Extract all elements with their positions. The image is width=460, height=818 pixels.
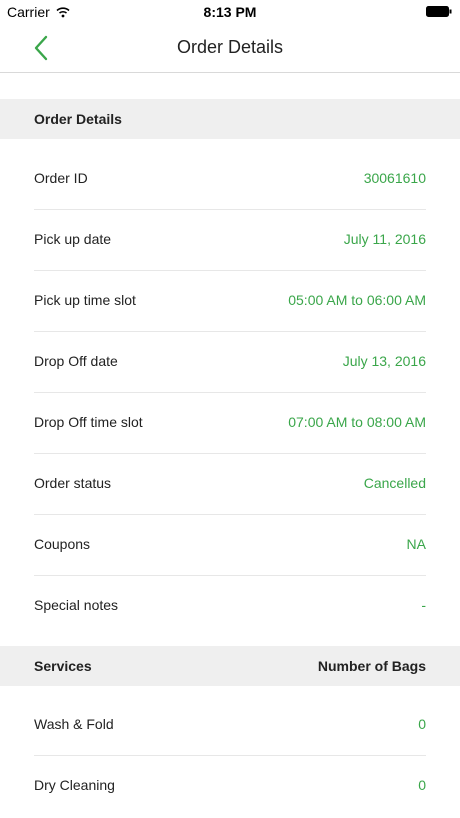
row-value: July 11, 2016 <box>343 231 426 247</box>
status-bar: Carrier 8:13 PM <box>0 0 460 24</box>
row-value: NA <box>406 536 426 552</box>
row-label: Dry Cleaning <box>34 777 115 793</box>
row-label: Wash & Fold <box>34 716 114 732</box>
order-status-value: Cancelled <box>363 475 426 491</box>
status-time: 8:13 PM <box>203 4 257 20</box>
battery-icon <box>426 6 452 17</box>
services-section-header: Services Number of Bags <box>0 646 460 686</box>
order-details-section-header: Order Details <box>0 99 460 139</box>
coupons-row: Coupons NA <box>0 515 460 576</box>
order-details-header-label: Order Details <box>34 111 122 127</box>
special-notes-row: Special notes - <box>0 576 460 637</box>
row-value: 07:00 AM to 08:00 AM <box>288 414 426 430</box>
order-id-row: Order ID 30061610 <box>0 149 460 210</box>
row-label: Special notes <box>34 597 119 613</box>
dropoff-time-slot-row: Drop Off time slot 07:00 AM to 08:00 AM <box>0 393 460 454</box>
row-label: Pick up date <box>34 231 112 247</box>
row-value: 0 <box>418 777 426 793</box>
dry-cleaning-row: Dry Cleaning 0 <box>0 756 460 817</box>
row-value: 0 <box>418 716 426 732</box>
row-label: Coupons <box>34 536 91 552</box>
order-status-row: Order status Cancelled <box>0 454 460 515</box>
pickup-time-slot-row: Pick up time slot 05:00 AM to 06:00 AM <box>0 271 460 332</box>
page-title: Order Details <box>176 37 284 57</box>
row-value: July 13, 2016 <box>342 353 426 369</box>
pickup-date-row: Pick up date July 11, 2016 <box>0 210 460 271</box>
row-label: Drop Off time slot <box>34 414 143 430</box>
row-value: 05:00 AM to 06:00 AM <box>288 292 426 308</box>
row-label: Order status <box>34 475 112 491</box>
navigation-bar: Order Details <box>0 24 460 73</box>
row-label: Pick up time slot <box>34 292 136 308</box>
wash-fold-row: Wash & Fold 0 <box>0 695 460 756</box>
dropoff-date-row: Drop Off date July 13, 2016 <box>0 332 460 393</box>
row-value: 30061610 <box>363 170 426 186</box>
row-value: - <box>421 597 426 613</box>
services-header-label: Services <box>34 658 92 674</box>
row-label: Order ID <box>34 170 88 186</box>
number-of-bags-header-label: Number of Bags <box>317 658 426 674</box>
row-label: Drop Off date <box>34 353 118 369</box>
